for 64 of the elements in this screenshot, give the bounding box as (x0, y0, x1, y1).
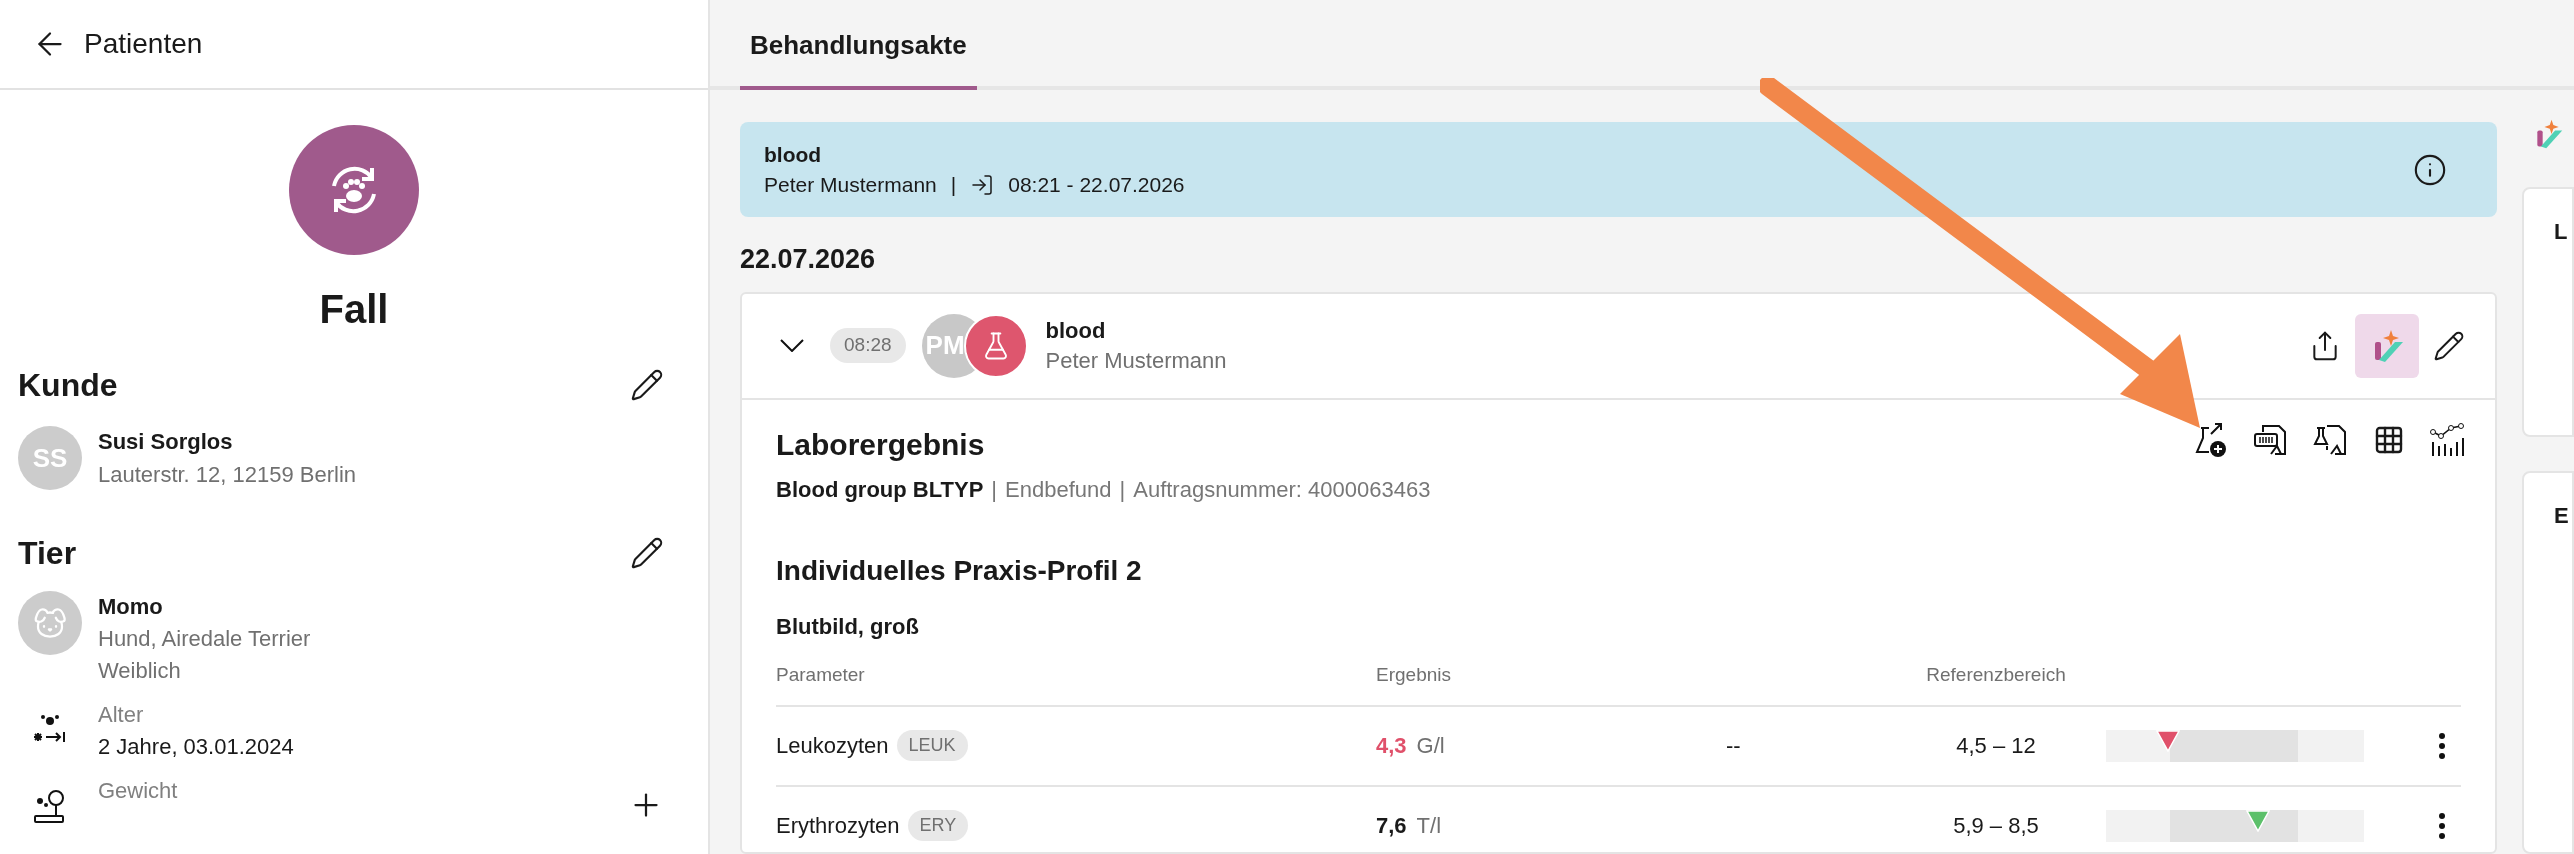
flask-plus-icon (2193, 421, 2229, 458)
add-lab-button[interactable] (2193, 421, 2229, 458)
banner-person: Peter Mustermann (764, 171, 937, 198)
separator: | (1119, 475, 1126, 504)
group-heading: Blutbild, groß (776, 612, 920, 641)
profile-heading: Individuelles Praxis-Profil 2 (776, 553, 1143, 588)
lab-title: Laborergebnis (776, 426, 985, 463)
edit-button[interactable] (630, 368, 664, 402)
column-header: Ergebnis (1376, 663, 1452, 688)
fact-value: 2 Jahre, 03.01.2024 (98, 733, 295, 761)
result-unit: G/l (1416, 732, 1445, 760)
test-name: Blood group BLTYP (776, 475, 984, 504)
parameter-name: Leukozyten (776, 732, 889, 760)
section-heading: Tier (18, 534, 77, 573)
fact-label: Gewicht (98, 777, 179, 805)
card-title: E (2554, 503, 2569, 528)
customer-address: Lauterstr. 12, 12159 Berlin (98, 461, 357, 489)
entry-title: blood (1045, 316, 1107, 345)
collapse-toggle[interactable] (780, 339, 804, 352)
back-button[interactable]: Patienten (32, 23, 203, 65)
result-status: Endbefund (1005, 475, 1112, 504)
reference-range: 4,5 – 12 (1956, 732, 2036, 760)
chevron-icon (780, 339, 804, 352)
section-heading: Kunde (18, 366, 118, 405)
column-header: Referenzbereich (1926, 663, 2066, 688)
card-title: L (2554, 219, 2568, 244)
parameter-code: ERY (907, 810, 969, 841)
animal-name: Momo (98, 593, 164, 621)
pencil-icon (2433, 329, 2465, 362)
reference-range: 5,9 – 8,5 (1953, 812, 2039, 840)
edit-button[interactable] (2433, 329, 2465, 362)
order-number: Auftragsnummer: 4000063463 (1133, 475, 1431, 504)
previous-value: -- (1726, 733, 1741, 758)
result-value: 4,3 (1376, 732, 1407, 760)
result-value: 7,6 (1376, 812, 1407, 840)
result-unit: T/l (1416, 812, 1442, 840)
dog-icon (32, 605, 68, 641)
animal-breed: Hund, Airedale Terrier (98, 625, 311, 653)
login-icon (970, 172, 995, 197)
parameter-code: LEUK (896, 730, 968, 761)
case-title: Fall (319, 286, 389, 333)
time-badge: 08:28 (830, 328, 906, 363)
more-icon (2439, 732, 2445, 759)
banner-title: blood (764, 141, 823, 168)
info-icon (2413, 152, 2447, 187)
more-icon (2439, 812, 2445, 839)
chart-icon (2429, 421, 2465, 458)
separator: | (950, 171, 957, 198)
pencil-icon (630, 536, 664, 570)
fact-label: Alter (98, 701, 145, 729)
chart-button[interactable] (2429, 421, 2465, 458)
tab[interactable]: Behandlungsakte (740, 4, 977, 90)
parameter-name: Erythrozyten (776, 812, 900, 840)
info-button[interactable] (2413, 152, 2447, 187)
pencil-icon (630, 368, 664, 402)
edit-button[interactable] (630, 536, 664, 570)
banner-time: 08:21 - 22.07.2026 (1008, 171, 1185, 198)
column-header: Parameter (776, 663, 866, 688)
animal-sex: Weiblich (98, 657, 182, 685)
customer-name: Susi Sorglos (98, 428, 234, 456)
assistant-button[interactable] (2355, 313, 2419, 378)
entry-person: Peter Mustermann (1045, 346, 1227, 375)
date-heading: 22.07.2026 (740, 243, 877, 276)
separator: | (991, 475, 998, 504)
